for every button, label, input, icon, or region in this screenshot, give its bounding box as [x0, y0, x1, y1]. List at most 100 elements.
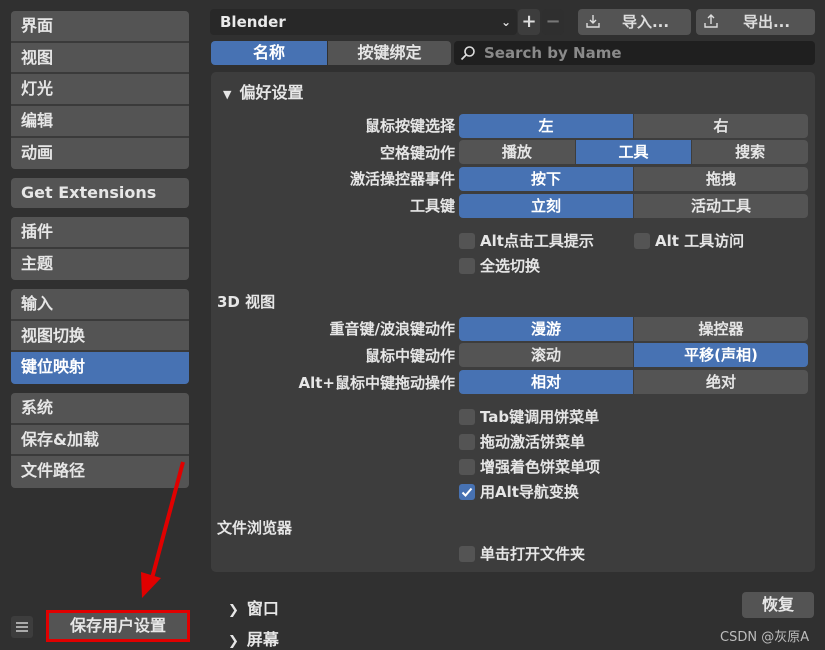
- option-relative[interactable]: 相对: [459, 370, 633, 394]
- sidebar-group-system: 系统 保存&加载 文件路径: [11, 393, 189, 488]
- sidebar-item-get-extensions[interactable]: Get Extensions: [11, 178, 189, 208]
- checkbox-label: 单击打开文件夹: [480, 545, 586, 563]
- select-all-toggles-checkbox[interactable]: 全选切换: [459, 256, 540, 276]
- alt-click-tool-prompt-checkbox[interactable]: Alt点击工具提示: [459, 231, 594, 251]
- checkbox-box-checked: [459, 483, 475, 500]
- window-section-label: 窗口: [246, 599, 279, 618]
- search-placeholder: Search by Name: [484, 44, 622, 62]
- tilde-action-toggle: 漫游 操控器: [459, 317, 808, 341]
- sidebar-item-addons[interactable]: 插件: [11, 217, 189, 249]
- import-label: 导入...: [621, 13, 670, 31]
- spacebar-action-toggle: 播放 工具 搜索: [459, 140, 808, 164]
- option-immediate[interactable]: 立刻: [459, 194, 633, 218]
- save-preferences-button[interactable]: 保存用户设置: [46, 610, 190, 642]
- alt-mmb-drag-label: Alt+鼠标中键拖动操作: [298, 374, 456, 392]
- checkbox-label: 增强着色饼菜单项: [480, 458, 601, 476]
- checkbox-box: [459, 433, 475, 450]
- keymap-preset-select[interactable]: Blender ⌄: [210, 9, 517, 35]
- tab-key-binding[interactable]: 按键绑定: [328, 41, 451, 65]
- window-section-header[interactable]: ❯ 窗口: [228, 595, 279, 619]
- sidebar-item-themes[interactable]: 主题: [11, 248, 189, 280]
- screen-section-label: 屏幕: [246, 630, 279, 649]
- tool-keys-label: 工具键: [409, 197, 455, 215]
- sidebar-item-interface[interactable]: 界面: [11, 11, 189, 43]
- tab-pie-menu-checkbox[interactable]: Tab键调用饼菜单: [459, 407, 599, 427]
- restore-button[interactable]: 恢复: [742, 592, 814, 618]
- export-button[interactable]: 导出...: [696, 9, 815, 35]
- option-pan[interactable]: 平移(声相): [634, 343, 808, 367]
- checkbox-label: Tab键调用饼菜单: [480, 408, 600, 426]
- sidebar-group-extensions: Get Extensions: [11, 178, 189, 208]
- add-preset-button[interactable]: +: [518, 9, 540, 35]
- export-label: 导出...: [742, 13, 791, 31]
- keymap-header: Blender ⌄ + − 导入... 导出...: [210, 9, 815, 35]
- import-icon: [586, 15, 600, 28]
- option-navigate[interactable]: 漫游: [459, 317, 633, 341]
- sidebar-item-lights[interactable]: 灯光: [11, 74, 189, 107]
- remove-preset-button[interactable]: −: [542, 9, 564, 35]
- chevron-right-icon: ❯: [228, 603, 239, 618]
- sidebar-group-interface: 界面 视图 灯光 编辑 动画: [11, 11, 189, 169]
- sidebar-item-save-load[interactable]: 保存&加载: [11, 424, 189, 457]
- checkbox-box: [459, 408, 475, 425]
- option-absolute[interactable]: 绝对: [634, 370, 808, 394]
- checkbox-label: Alt 工具访问: [655, 232, 745, 250]
- alt-mmb-drag-toggle: 相对 绝对: [459, 370, 808, 394]
- sidebar-item-system[interactable]: 系统: [11, 393, 189, 425]
- checkbox-box: [459, 257, 475, 274]
- checkbox-label: Alt点击工具提示: [480, 232, 594, 250]
- screen-section-header[interactable]: ❯ 屏幕: [228, 626, 279, 650]
- checkbox-box: [634, 232, 650, 249]
- option-tools[interactable]: 工具: [575, 140, 692, 164]
- chevron-right-icon: ❯: [228, 634, 239, 649]
- checkmark-icon: [461, 487, 473, 497]
- option-drag[interactable]: 拖拽: [634, 167, 808, 191]
- gizmo-event-label: 激活操控器事件: [349, 170, 455, 188]
- sidebar-item-input[interactable]: 输入: [11, 289, 189, 321]
- sidebar-item-file-paths[interactable]: 文件路径: [11, 456, 189, 488]
- sidebar-item-keymap[interactable]: 键位映射: [11, 352, 189, 384]
- triangle-down-icon: ▼: [223, 88, 232, 101]
- checkbox-label: 全选切换: [480, 257, 541, 275]
- export-icon: [704, 14, 718, 28]
- checkbox-label: 用Alt导航变换: [480, 483, 579, 501]
- sidebar: 界面 视图 灯光 编辑 动画 Get Extensions 插件 主题 输入 视…: [11, 11, 189, 497]
- sidebar-group-input: 输入 视图切换 键位映射: [11, 289, 189, 384]
- alt-tool-access-checkbox[interactable]: Alt 工具访问: [634, 231, 744, 251]
- view3d-section-title: 3D 视图: [217, 293, 276, 311]
- spacebar-action-label: 空格键动作: [379, 144, 455, 162]
- chevron-down-icon: ⌄: [500, 15, 511, 29]
- option-active-tool[interactable]: 活动工具: [634, 194, 808, 218]
- tilde-action-label: 重音键/波浪键动作: [329, 320, 455, 338]
- preferences-section-header[interactable]: ▼ 偏好设置: [223, 79, 303, 103]
- sidebar-item-editing[interactable]: 编辑: [11, 106, 189, 138]
- sidebar-item-animation[interactable]: 动画: [11, 137, 189, 169]
- pie-on-drag-checkbox[interactable]: 拖动激活饼菜单: [459, 432, 585, 452]
- option-search[interactable]: 搜索: [692, 140, 808, 164]
- checkbox-box: [459, 545, 475, 562]
- preferences-panel: ▼ 偏好设置 鼠标按键选择 左 右 空格键动作 播放 工具 搜索 激活操控器事件 …: [211, 72, 815, 572]
- sidebar-item-viewport[interactable]: 视图: [11, 42, 189, 75]
- option-play[interactable]: 播放: [459, 140, 575, 164]
- option-left[interactable]: 左: [459, 114, 633, 138]
- search-icon: [460, 46, 475, 61]
- select-mouse-label: 鼠标按键选择: [364, 117, 455, 135]
- option-press[interactable]: 按下: [459, 167, 633, 191]
- sidebar-item-navigation[interactable]: 视图切换: [11, 320, 189, 353]
- hamburger-menu-icon[interactable]: [11, 616, 33, 638]
- mmb-action-label: 鼠标中键动作: [364, 347, 455, 365]
- alt-navigation-checkbox[interactable]: 用Alt导航变换: [459, 482, 579, 502]
- option-right[interactable]: 右: [634, 114, 808, 138]
- extra-shading-pie-checkbox[interactable]: 增强着色饼菜单项: [459, 457, 600, 477]
- search-input[interactable]: Search by Name: [454, 41, 815, 65]
- mmb-action-toggle: 滚动 平移(声相): [459, 343, 808, 367]
- filter-tabs: 名称 按键绑定 Search by Name: [211, 41, 815, 65]
- tab-name[interactable]: 名称: [211, 41, 327, 65]
- single-click-open-folder-checkbox[interactable]: 单击打开文件夹: [459, 544, 585, 564]
- watermark: CSDN @灰原A: [720, 630, 810, 645]
- option-gizmos[interactable]: 操控器: [634, 317, 808, 341]
- import-button[interactable]: 导入...: [578, 9, 691, 35]
- checkbox-box: [459, 458, 475, 475]
- checkbox-label: 拖动激活饼菜单: [480, 433, 586, 451]
- option-orbit[interactable]: 滚动: [459, 343, 633, 367]
